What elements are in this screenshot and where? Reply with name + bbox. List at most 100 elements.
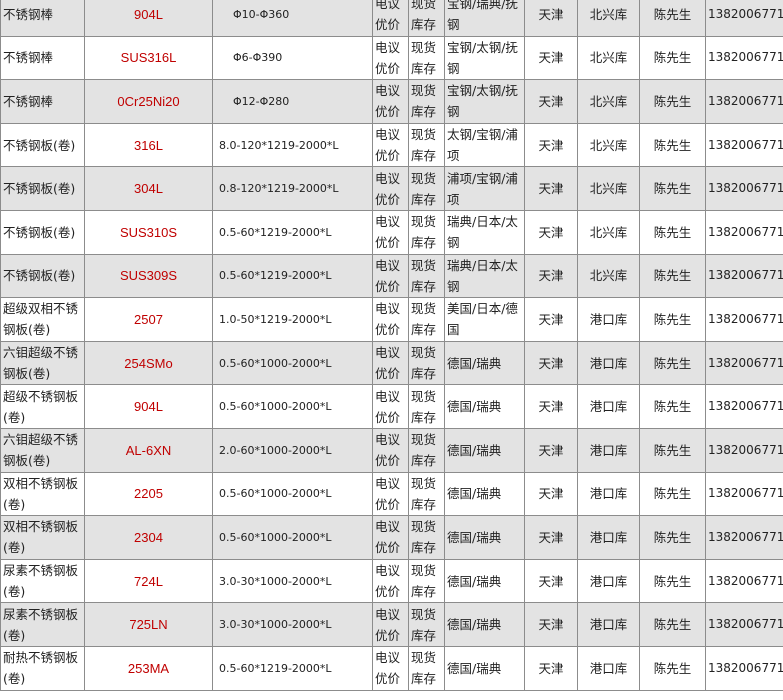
city-text: 天津: [538, 6, 564, 22]
price-cell: 电议优价: [372, 427, 409, 473]
origin-text: 美国/日本/德国: [447, 301, 518, 338]
phone-text: 13820067717: [708, 268, 783, 283]
grade-text: 904L: [134, 6, 163, 22]
warehouse-text: 北兴库: [589, 6, 628, 22]
spec-text: 0.5-60*1000-2000*L: [219, 487, 332, 501]
product-name-text: 双相不锈钢板(卷): [3, 519, 79, 556]
warehouse-text: 港口库: [589, 355, 628, 371]
spec-cell: 0.5-60*1000-2000*L: [212, 471, 373, 517]
grade-cell: 316L: [84, 122, 213, 168]
warehouse-cell: 港口库: [577, 471, 640, 517]
stock-text: 现货库存: [411, 127, 437, 164]
origin-text: 德国/瑞典: [447, 660, 502, 676]
product-name-text: 六钼超级不锈钢板(卷): [3, 432, 79, 469]
spec-text: 0.8-120*1219-2000*L: [219, 182, 339, 196]
grade-text: SUS310S: [119, 224, 178, 240]
stock-cell: 现货库存: [408, 645, 445, 691]
stock-cell: 现货库存: [408, 209, 445, 255]
product-name-cell: 不锈钢棒: [0, 0, 85, 37]
spec-cell: Φ10-Φ360: [212, 0, 373, 37]
warehouse-text: 北兴库: [589, 93, 628, 109]
stock-text: 现货库存: [411, 563, 437, 600]
origin-text: 瑞典/日本/太钢: [447, 214, 518, 251]
warehouse-cell: 港口库: [577, 340, 640, 386]
grade-cell: 904L: [84, 384, 213, 429]
city-text: 天津: [538, 486, 564, 502]
product-name-cell: 不锈钢板(卷): [0, 253, 85, 299]
warehouse-text: 北兴库: [589, 224, 628, 240]
phone-cell: 13820067717: [705, 0, 783, 37]
grade-cell: SUS316L: [84, 35, 213, 81]
grade-cell: SUS310S: [84, 209, 213, 255]
contact-cell: 陈先生: [639, 427, 706, 473]
stock-text: 现货库存: [411, 432, 437, 469]
table-row: 不锈钢棒 0Cr25Ni20 Φ12-Φ280 电议优价 现货库存 宝钢/太钢/抚钢 天津 北…: [0, 79, 783, 124]
phone-text: 13820067717: [708, 355, 783, 370]
origin-cell: 德国/瑞典: [444, 427, 525, 473]
contact-cell: 陈先生: [639, 340, 706, 386]
origin-cell: 瑞典/日本/太钢: [444, 253, 525, 299]
city-text: 天津: [538, 224, 564, 240]
contact-cell: 陈先生: [639, 166, 706, 211]
price-cell: 电议优价: [372, 471, 409, 517]
stock-cell: 现货库存: [408, 602, 445, 647]
price-cell: 电议优价: [372, 645, 409, 691]
origin-text: 太钢/宝钢/浦项: [447, 127, 518, 164]
origin-cell: 瑞典/日本/太钢: [444, 209, 525, 255]
price-text: 电议优价: [375, 519, 401, 556]
warehouse-text: 北兴库: [589, 137, 628, 153]
grade-text: 304L: [134, 181, 163, 197]
stock-text: 现货库存: [411, 345, 437, 382]
price-text: 电议优价: [375, 214, 401, 251]
warehouse-cell: 北兴库: [577, 79, 640, 124]
warehouse-text: 北兴库: [589, 268, 628, 284]
city-cell: 天津: [524, 209, 578, 255]
table-row: 不锈钢板(卷) 316L 8.0-120*1219-2000*L 电议优价 现货库存 太钢…: [0, 122, 783, 168]
city-text: 天津: [538, 573, 564, 589]
spec-text: 0.5-60*1000-2000*L: [219, 356, 332, 370]
price-text: 电议优价: [375, 432, 401, 469]
origin-cell: 宝钢/太钢/抚钢: [444, 79, 525, 124]
price-text: 电议优价: [375, 388, 401, 425]
phone-text: 13820067717: [708, 573, 783, 588]
city-text: 天津: [538, 93, 564, 109]
contact-text: 陈先生: [653, 6, 692, 22]
price-cell: 电议优价: [372, 35, 409, 81]
stock-text: 现货库存: [411, 170, 437, 207]
warehouse-cell: 北兴库: [577, 209, 640, 255]
grade-text: AL-6XN: [125, 442, 172, 458]
product-name-text: 不锈钢棒: [3, 50, 54, 66]
spec-text: Φ6-Φ390: [233, 51, 283, 65]
contact-cell: 陈先生: [639, 645, 706, 691]
origin-text: 德国/瑞典: [447, 399, 502, 415]
table-row: 双相不锈钢板(卷) 2304 0.5-60*1000-2000*L 电议优价 现货库存德…: [0, 515, 783, 560]
price-cell: 电议优价: [372, 515, 409, 560]
price-text: 电议优价: [375, 475, 401, 512]
grade-cell: 2304: [84, 515, 213, 560]
warehouse-text: 港口库: [589, 660, 628, 676]
city-cell: 天津: [524, 253, 578, 299]
grade-cell: 725LN: [84, 602, 213, 647]
origin-text: 德国/瑞典: [447, 617, 502, 633]
origin-text: 宝钢/瑞典/抚钢: [447, 0, 518, 33]
grade-text: 724L: [134, 573, 163, 589]
warehouse-cell: 港口库: [577, 515, 640, 560]
stock-text: 现货库存: [411, 214, 437, 251]
stock-text: 现货库存: [411, 388, 437, 425]
city-cell: 天津: [524, 602, 578, 647]
spec-cell: 0.5-60*1000-2000*L: [212, 340, 373, 386]
stock-text: 现货库存: [411, 519, 437, 556]
table-row: 不锈钢板(卷) SUS310S 0.5-60*1219-2000*L 电议优价 现货库存…: [0, 209, 783, 255]
city-text: 天津: [538, 529, 564, 545]
contact-cell: 陈先生: [639, 209, 706, 255]
origin-cell: 美国/日本/德国: [444, 297, 525, 342]
origin-cell: 太钢/宝钢/浦项: [444, 122, 525, 168]
warehouse-text: 港口库: [589, 399, 628, 415]
phone-text: 13820067717: [708, 181, 783, 196]
warehouse-text: 港口库: [589, 311, 628, 327]
grade-text: 0Cr25Ni20: [117, 93, 180, 109]
price-cell: 电议优价: [372, 166, 409, 211]
grade-text: 725LN: [129, 617, 168, 633]
spec-cell: Φ6-Φ390: [212, 35, 373, 81]
phone-text: 13820067717: [708, 50, 783, 65]
